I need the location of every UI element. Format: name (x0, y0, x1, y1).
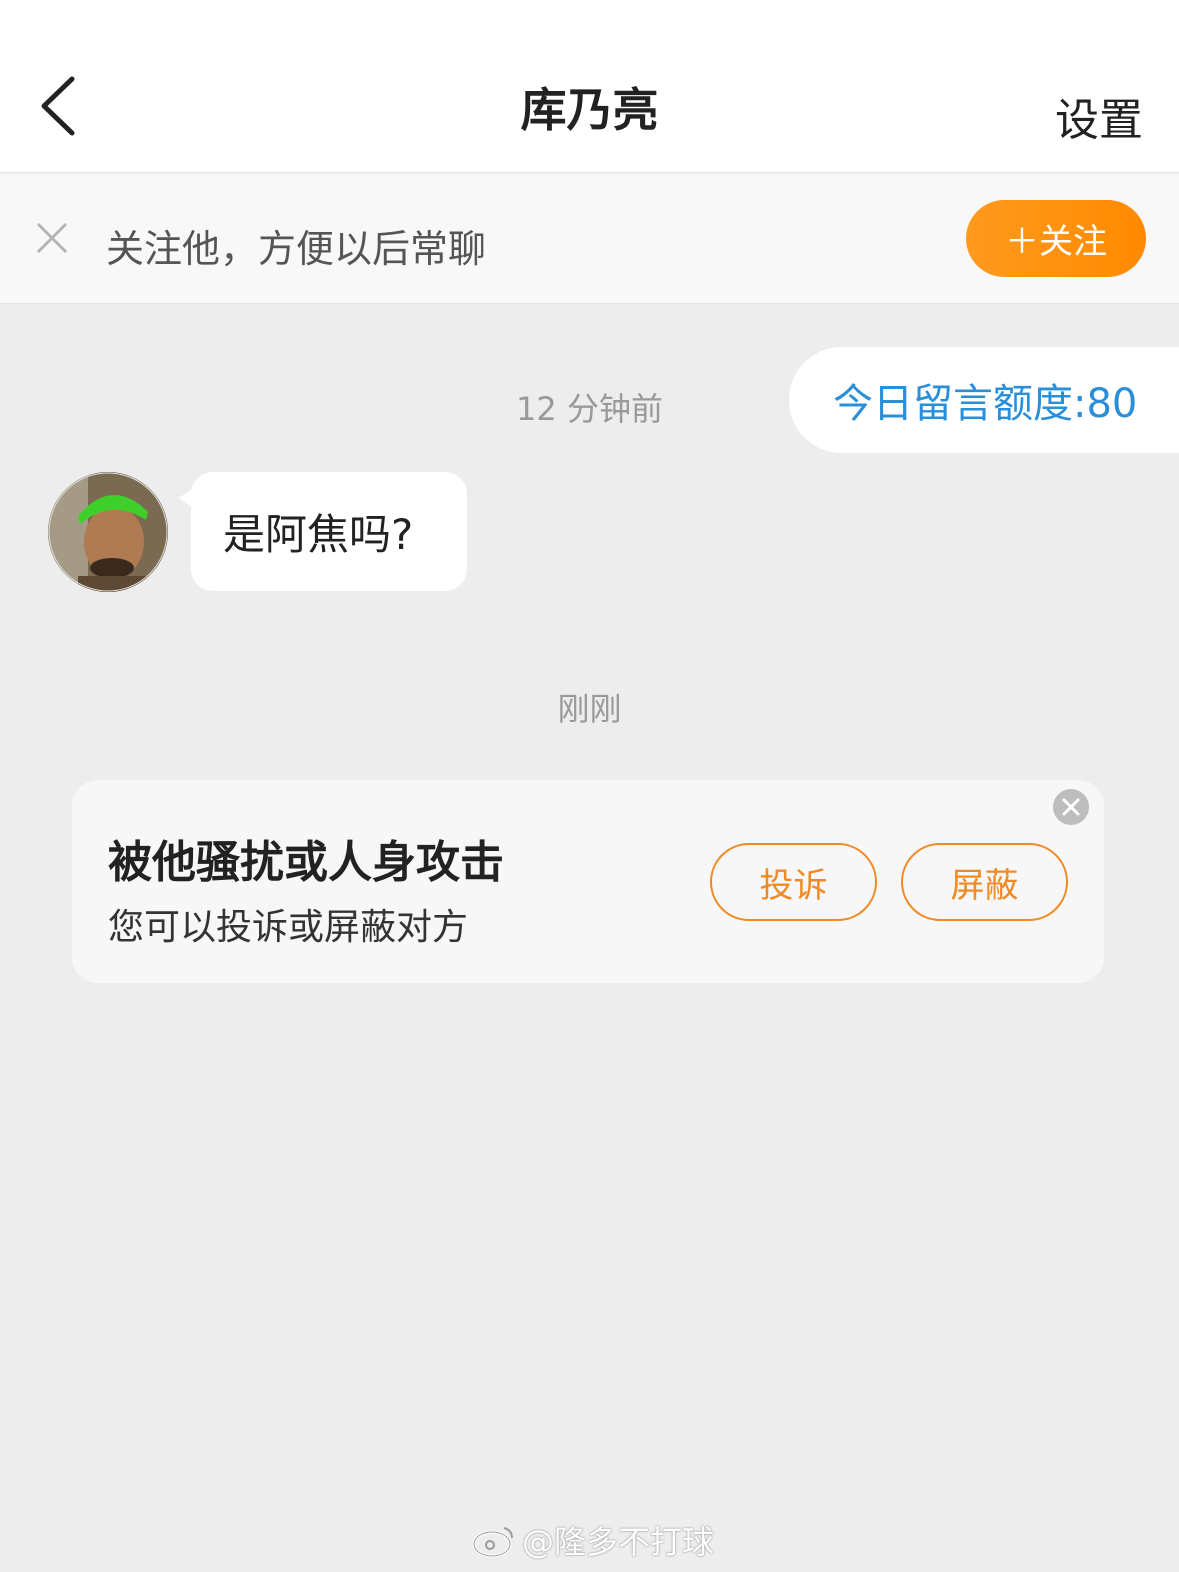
complain-button[interactable]: 投诉 (710, 843, 877, 921)
avatar[interactable] (48, 472, 168, 592)
report-card-close-button[interactable] (1053, 789, 1089, 825)
timestamp: 12 分钟前 (516, 390, 663, 428)
close-icon (36, 222, 68, 254)
avatar-image (48, 472, 168, 592)
follow-banner-close-button[interactable] (34, 220, 70, 256)
settings-button[interactable]: 设置 (1055, 84, 1143, 148)
close-circle-icon (1062, 798, 1080, 816)
report-card-title: 被他骚扰或人身攻击 (108, 837, 504, 888)
block-button[interactable]: 屏蔽 (901, 843, 1068, 921)
message-text: 是阿焦吗? (223, 510, 414, 559)
follow-button[interactable]: ＋关注 (966, 200, 1146, 277)
weibo-logo-icon (472, 1527, 513, 1558)
watermark-text: @隆多不打球 (522, 1523, 715, 1561)
report-card-subtitle: 您可以投诉或屏蔽对方 (108, 907, 469, 948)
follow-banner-text: 关注他，方便以后常聊 (106, 227, 487, 271)
chat-page: 库乃亮 设置 关注他，方便以后常聊 ＋关注 今日留言额度:80 12 分钟前 是… (0, 0, 1179, 1572)
watermark: @隆多不打球 (472, 1518, 714, 1562)
top-navigation-bar: 库乃亮 设置 (0, 0, 1179, 173)
message-bubble[interactable]: 是阿焦吗? (191, 472, 467, 591)
timestamp: 刚刚 (557, 690, 622, 728)
page-title: 库乃亮 (520, 83, 659, 137)
